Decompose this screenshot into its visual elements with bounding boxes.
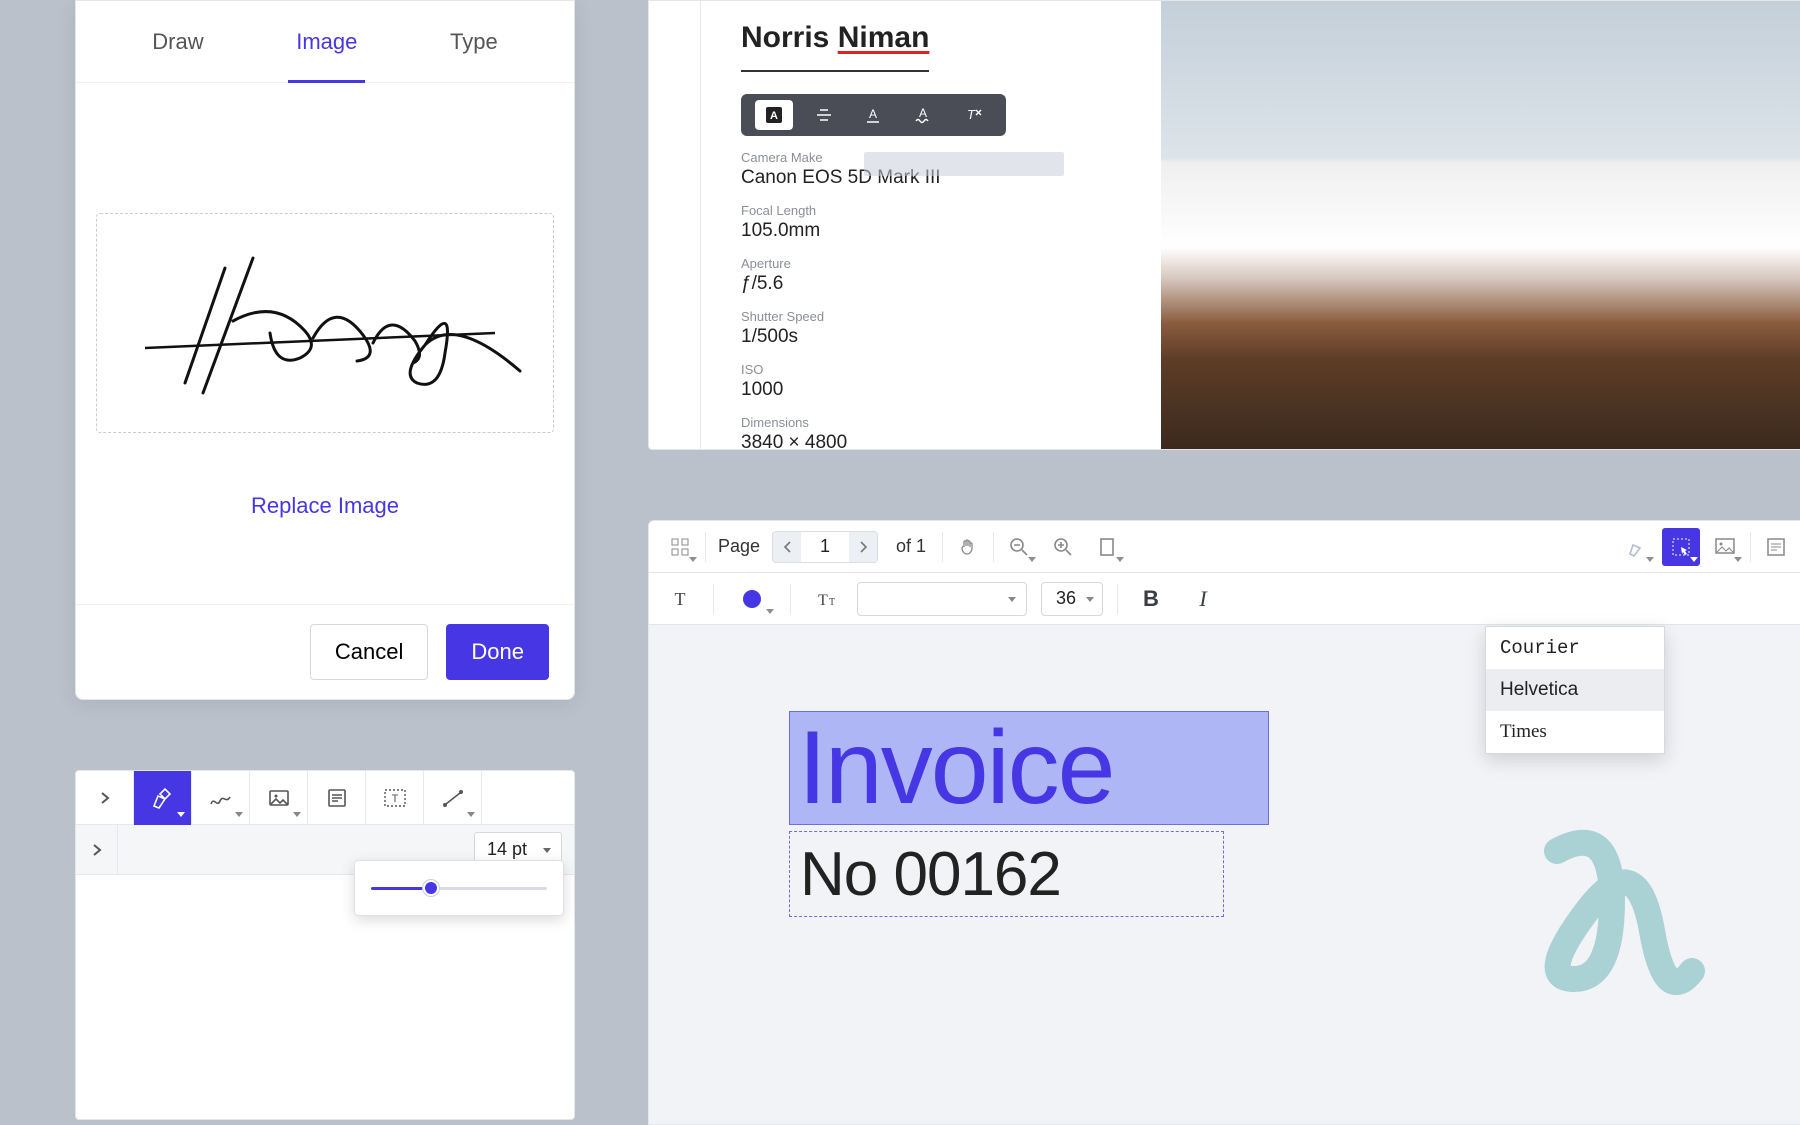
iso-value: 1000 [741,379,1121,401]
font-option-times[interactable]: Times [1486,711,1664,753]
thumbnails-icon[interactable] [661,528,699,566]
done-button[interactable]: Done [446,624,549,680]
svg-text:A: A [770,110,778,122]
invoice-subheading-box[interactable]: No 00162 [789,831,1224,917]
signature-tabs: Draw Image Type [76,1,574,83]
page-next-button[interactable] [849,532,877,562]
freehand-annotation[interactable] [1517,821,1727,1041]
cancel-button[interactable]: Cancel [310,624,428,680]
textcolor-icon[interactable]: A [755,100,793,130]
aperture-label: Aperture [741,256,1121,271]
font-option-courier[interactable]: Courier [1486,627,1664,669]
font-family-select[interactable] [857,582,1027,616]
svg-text:T: T [967,107,976,122]
text-toolbar: T TT 36 B I [649,573,1800,625]
signature-image [125,243,525,403]
note-tool[interactable] [308,771,366,825]
svg-text:A: A [919,106,927,120]
image-tool[interactable] [250,771,308,825]
tab-image[interactable]: Image [288,2,365,82]
page-label: Page [718,536,760,557]
svg-text:T: T [829,597,835,608]
text-color-picker[interactable] [728,580,776,618]
select-tool-icon[interactable] [1662,528,1700,566]
signature-footer: Cancel Done [76,604,574,699]
svg-text:T: T [675,589,686,609]
annotation-panel: T 14 pt BORA MAGAZINE [75,770,575,1120]
mountain-photo [1161,1,1800,449]
metadata-panel: Norris Niman A A A T Camera MakeCanon EO… [648,0,1800,450]
invoice-heading: Invoice [798,709,1114,828]
aperture-value: ƒ/5.6 [741,273,1121,295]
ink-tool[interactable] [192,771,250,825]
textbox-tool[interactable]: T [366,771,424,825]
svg-text:A: A [869,107,877,121]
photographer-name[interactable]: Norris Niman [741,1,929,72]
invoice-heading-selection[interactable]: Invoice [789,711,1269,825]
tab-type[interactable]: Type [442,2,506,82]
page-stepper[interactable]: 1 [772,531,878,563]
meta-card: Norris Niman A A A T Camera MakeCanon EO… [701,1,1161,449]
expand-button[interactable] [76,771,134,825]
main-toolbar: Page 1 of 1 [649,521,1800,573]
focal-length-label: Focal Length [741,203,1121,218]
clear-format-icon[interactable]: T [954,100,992,130]
meta-sidebar [649,1,701,449]
svg-text:T: T [391,793,398,805]
pen-tool-icon[interactable] [1618,528,1656,566]
bold-button[interactable]: B [1132,580,1170,618]
fit-page-icon[interactable] [1088,528,1126,566]
text-style-toolbar: A A A T [741,94,1006,136]
highlight-annotation[interactable] [864,152,1064,176]
italic-button[interactable]: I [1184,580,1222,618]
line-tool[interactable] [424,771,482,825]
page-prev-button[interactable] [773,532,801,562]
invoice-subheading: No 00162 [800,839,1061,910]
zoom-in-icon[interactable] [1044,528,1082,566]
zoom-out-icon[interactable] [1000,528,1038,566]
replace-image-link[interactable]: Replace Image [76,493,574,519]
signature-dropzone[interactable] [96,213,554,433]
stroke-slider[interactable] [371,887,547,890]
shutter-value: 1/500s [741,326,1121,348]
pan-tool-icon[interactable] [949,528,987,566]
dimensions-label: Dimensions [741,415,1121,430]
font-size-select[interactable]: 36 [1041,582,1103,616]
font-option-helvetica[interactable]: Helvetica [1486,669,1664,711]
text-tool-icon[interactable]: T [661,580,699,618]
underline-icon[interactable]: A [854,100,892,130]
annotation-toolbar: T [76,771,574,825]
font-size-tool-icon[interactable]: TT [805,580,843,618]
dimensions-value: 3840 × 4800 [741,432,1121,450]
squiggle-underline-icon[interactable]: A [904,100,942,130]
stroke-width-slider-popover [354,860,564,916]
invoice-editor: Page 1 of 1 T TT 36 B I Cou [648,520,1800,1125]
svg-text:T: T [818,592,828,609]
sticky-note-icon[interactable] [1757,528,1795,566]
signature-modal: Draw Image Type Replace Image Cancel Don… [75,0,575,700]
font-family-menu: Courier Helvetica Times [1485,626,1665,754]
shutter-label: Shutter Speed [741,309,1121,324]
strikethrough-icon[interactable] [805,100,843,130]
page-number: 1 [801,532,849,562]
sub-back-button[interactable] [76,825,118,875]
page-of-label: of 1 [896,536,926,557]
iso-label: ISO [741,362,1121,377]
insert-image-icon[interactable] [1706,528,1744,566]
highlighter-tool[interactable] [134,771,192,825]
tab-draw[interactable]: Draw [144,2,211,82]
focal-length-value: 105.0mm [741,220,1121,242]
